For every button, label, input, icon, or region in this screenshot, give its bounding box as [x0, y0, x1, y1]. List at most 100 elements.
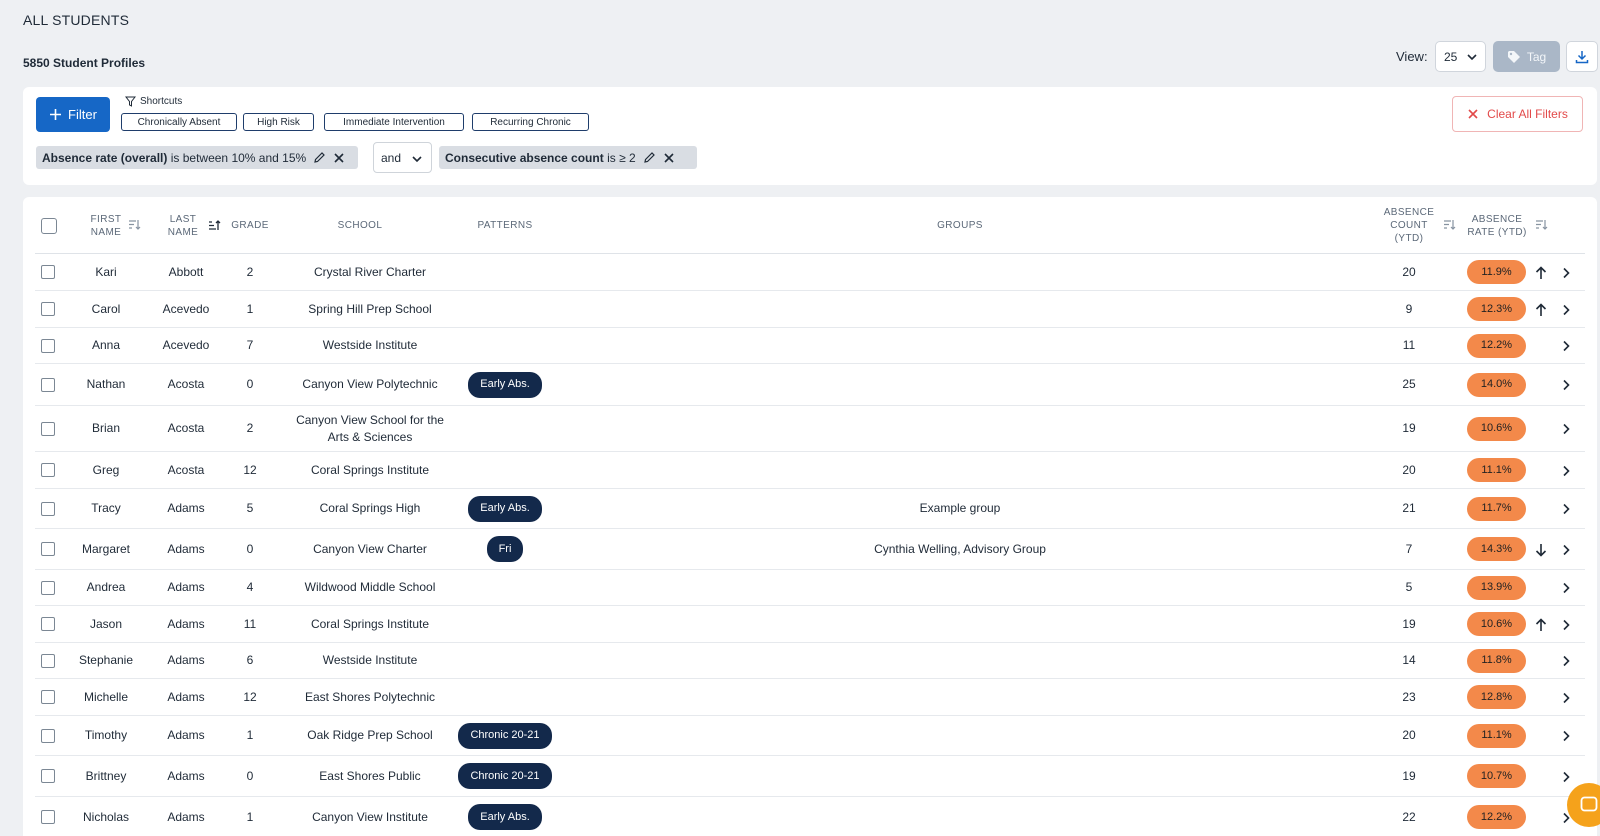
absence-rate-badge: 10.7% — [1467, 764, 1526, 788]
pencil-icon[interactable] — [643, 151, 656, 164]
profile-count: 5850 Student Profiles — [23, 56, 146, 70]
row-checkbox[interactable] — [41, 421, 55, 436]
absence-rate-badge: 14.0% — [1467, 372, 1526, 397]
pattern-badge[interactable]: Chronic 20-21 — [458, 763, 552, 789]
select-all-checkbox[interactable] — [41, 217, 57, 234]
cell-groups: Cynthia Welling, Advisory Group — [874, 541, 1046, 556]
filter-conjunction-select[interactable]: and — [373, 142, 432, 173]
table-row[interactable]: Anna Acevedo 7 Westside Institute 11 12.2% — [35, 328, 1585, 364]
header-absence-rate[interactable]: ABSENCE RATE (YTD) — [1465, 197, 1529, 254]
table-row[interactable]: Greg Acosta 12 Coral Springs Institute 20 11.… — [35, 452, 1585, 489]
cell-last-name: Acosta — [167, 462, 205, 477]
chevron-right-icon[interactable] — [1561, 379, 1571, 391]
sort-icon[interactable] — [128, 219, 141, 231]
cell-school: Canyon View Polytechnic — [302, 377, 438, 391]
view-per-page-value: 25 — [1444, 49, 1458, 64]
pencil-icon[interactable] — [313, 151, 326, 164]
filter-panel: Filter Shortcuts Chronically Absent High… — [23, 87, 1597, 185]
header-last-name[interactable]: LAST NAME — [163, 197, 203, 254]
table-row[interactable]: Brian Acosta 2 Canyon View School for the A… — [35, 406, 1585, 452]
row-checkbox[interactable] — [41, 265, 55, 279]
row-checkbox[interactable] — [41, 617, 55, 631]
cell-first-name: Tracy — [91, 501, 121, 515]
absence-rate-badge: 10.6% — [1467, 416, 1526, 441]
shortcut-high-risk[interactable]: High Risk — [243, 113, 314, 131]
cell-patterns — [455, 406, 555, 451]
view-per-page-select[interactable]: 25 — [1435, 41, 1486, 72]
table-row[interactable]: Margaret Adams 0 Canyon View Charter Fri Cynt… — [35, 529, 1585, 570]
row-checkbox[interactable] — [41, 580, 55, 595]
row-checkbox[interactable] — [41, 690, 55, 704]
row-checkbox[interactable] — [41, 463, 55, 477]
cell-absence-count: 19 — [1402, 768, 1416, 783]
pattern-badge[interactable]: Chronic 20-21 — [458, 722, 552, 749]
close-icon[interactable] — [333, 152, 345, 164]
table-row[interactable]: Tracy Adams 5 Coral Springs High Early Abs. E… — [35, 489, 1585, 529]
download-button[interactable] — [1566, 41, 1598, 72]
header-school[interactable]: SCHOOL — [305, 197, 415, 254]
close-icon[interactable] — [663, 152, 675, 164]
chevron-right-icon[interactable] — [1561, 340, 1571, 352]
table-row[interactable]: Nathan Acosta 0 Canyon View Polytechnic Earl… — [35, 364, 1585, 406]
cell-last-name: Acevedo — [162, 301, 210, 316]
cell-first-name: Anna — [91, 338, 121, 352]
chevron-right-icon[interactable] — [1561, 503, 1571, 515]
pattern-badge[interactable]: Early Abs. — [468, 804, 542, 830]
table-row[interactable]: Andrea Adams 4 Wildwood Middle School 5 13.9% — [35, 570, 1585, 606]
table-row[interactable]: Carol Acevedo 1 Spring Hill Prep School 9 12.… — [35, 291, 1585, 328]
cell-absence-count: 25 — [1402, 377, 1416, 391]
active-filter-chip[interactable]: Absence rate (overall) is between 10% an… — [36, 146, 358, 169]
table-row[interactable]: Michelle Adams 12 East Shores Polytechnic 23… — [35, 679, 1585, 716]
chevron-right-icon[interactable] — [1561, 465, 1571, 477]
row-checkbox[interactable] — [41, 302, 55, 316]
row-checkbox[interactable] — [41, 338, 55, 353]
chevron-right-icon[interactable] — [1561, 692, 1571, 704]
cell-first-name: Brittney — [85, 768, 127, 783]
chevron-right-icon[interactable] — [1561, 771, 1571, 783]
cell-patterns — [455, 452, 555, 488]
row-checkbox[interactable] — [41, 542, 55, 556]
sort-ascending-icon[interactable] — [208, 219, 221, 231]
row-checkbox[interactable] — [41, 501, 55, 516]
sort-icon[interactable] — [1535, 219, 1548, 231]
chevron-right-icon[interactable] — [1561, 582, 1571, 594]
table-row[interactable]: Brittney Adams 0 East Shores Public Chronic … — [35, 756, 1585, 797]
clear-all-filters-button[interactable]: Clear All Filters — [1452, 96, 1583, 132]
row-checkbox-cell — [41, 606, 55, 642]
header-groups: GROUPS — [937, 220, 983, 231]
row-checkbox[interactable] — [41, 653, 55, 668]
header-absence-count[interactable]: ABSENCE COUNT (YTD) — [1377, 197, 1441, 254]
chevron-right-icon[interactable] — [1561, 730, 1571, 742]
row-checkbox[interactable] — [41, 728, 55, 743]
pattern-badge[interactable]: Fri — [486, 536, 524, 562]
chevron-right-icon[interactable] — [1561, 619, 1571, 631]
table-row[interactable]: Stephanie Adams 6 Westside Institute 14 11.8% — [35, 643, 1585, 679]
header-first-name[interactable]: FIRST NAME — [79, 197, 133, 254]
pattern-badge[interactable]: Early Abs. — [468, 371, 542, 398]
chevron-right-icon[interactable] — [1561, 267, 1571, 279]
cell-groups — [795, 291, 1125, 327]
table-row[interactable]: Jason Adams 11 Coral Springs Institute 19 10.… — [35, 606, 1585, 643]
table-row[interactable]: Nicholas Adams 1 Canyon View Institute Early… — [35, 797, 1585, 836]
shortcut-immediate-intervention[interactable]: Immediate Intervention — [324, 113, 464, 131]
shortcut-chronically-absent[interactable]: Chronically Absent — [121, 113, 237, 131]
table-row[interactable]: Kari Abbott 2 Crystal River Charter 20 11.9% — [35, 254, 1585, 291]
cell-absence-count: 23 — [1402, 689, 1416, 704]
filter-button[interactable]: Filter — [36, 97, 110, 132]
pattern-badge[interactable]: Early Abs. — [468, 495, 542, 522]
shortcut-recurring-chronic[interactable]: Recurring Chronic — [472, 113, 589, 131]
chevron-down-icon — [412, 156, 422, 163]
chevron-right-icon[interactable] — [1561, 544, 1571, 556]
row-checkbox[interactable] — [41, 769, 55, 783]
active-filter-chip[interactable]: Consecutive absence count is ≥ 2 — [439, 146, 697, 169]
chevron-right-icon[interactable] — [1561, 423, 1571, 435]
tag-button[interactable]: Tag — [1493, 41, 1560, 72]
table-row[interactable]: Timothy Adams 1 Oak Ridge Prep School Chroni… — [35, 716, 1585, 756]
active-filter-text: Consecutive absence count is ≥ 2 — [445, 151, 636, 165]
sort-icon[interactable] — [1443, 219, 1456, 231]
row-checkbox[interactable] — [41, 810, 55, 824]
chevron-right-icon[interactable] — [1561, 304, 1571, 316]
row-checkbox[interactable] — [41, 377, 55, 392]
header-grade[interactable]: GRADE — [230, 197, 270, 254]
chevron-right-icon[interactable] — [1561, 655, 1571, 667]
